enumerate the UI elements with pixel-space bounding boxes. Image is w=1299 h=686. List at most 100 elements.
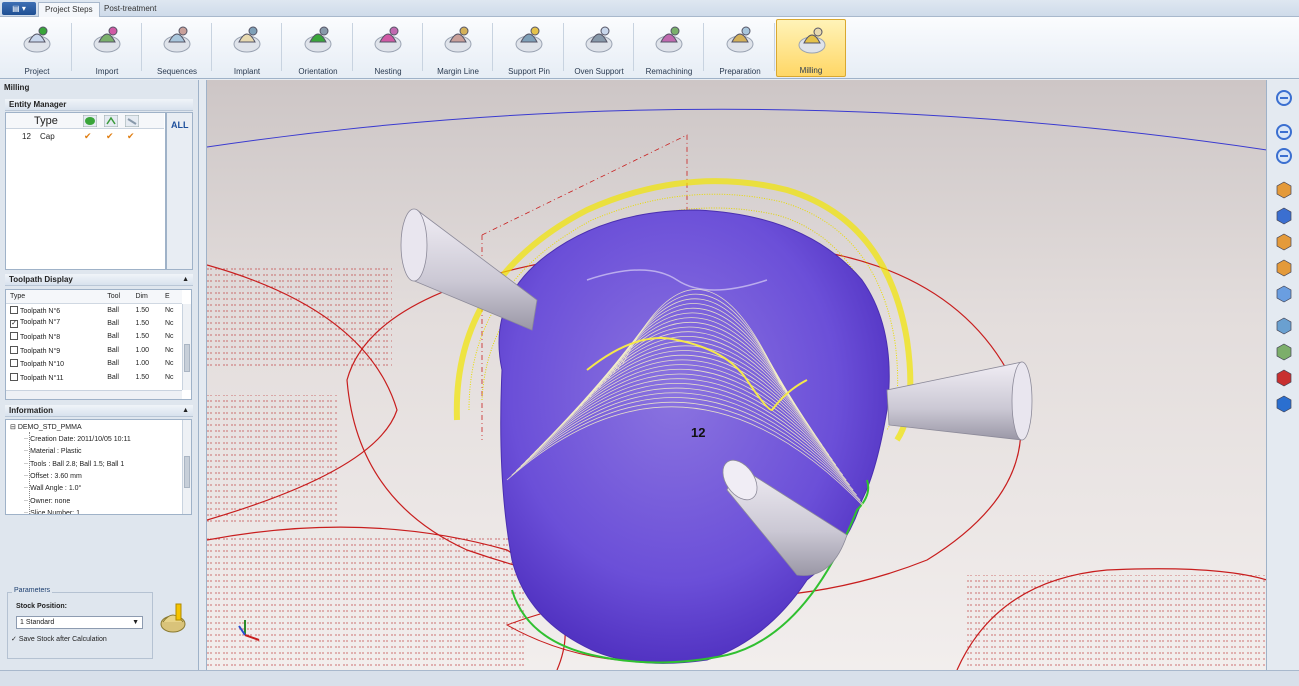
toolpath-tool: Ball	[107, 306, 119, 314]
toolpath-name-cell[interactable]: Toolpath N°11	[6, 371, 103, 385]
ring-icon[interactable]	[1274, 394, 1294, 414]
toolpath-checkbox[interactable]	[10, 345, 18, 354]
side-view-icon[interactable]	[1274, 284, 1294, 304]
toolpath-scrollbar[interactable]	[182, 304, 191, 390]
toolpath-checkbox[interactable]	[10, 372, 18, 381]
disc-icon[interactable]	[1274, 368, 1294, 388]
sequences-icon	[163, 26, 191, 53]
scroll-thumb[interactable]	[184, 344, 190, 372]
front-view-icon[interactable]	[1274, 258, 1294, 278]
app-menu-button[interactable]: ▤ ▾	[2, 2, 36, 15]
ribbon-button-support-pin[interactable]: Support Pin	[494, 19, 564, 77]
tool-status-icon[interactable]	[125, 115, 139, 127]
col-tool[interactable]: Tool	[103, 290, 132, 304]
toolpath-dim: 1.50	[135, 319, 150, 327]
tab-project-steps[interactable]: Project Steps	[38, 2, 100, 17]
collapse-caret-icon[interactable]: ▲	[182, 274, 189, 286]
axis-view-icon[interactable]	[1274, 206, 1294, 226]
dropdown-arrow-icon: ▼	[132, 619, 139, 626]
toolpath-row[interactable]: Toolpath N°10 Ball 1.00 Nc	[6, 357, 182, 371]
export-status-icon[interactable]	[104, 115, 118, 127]
information-header[interactable]: Information ▲	[5, 405, 193, 417]
toolpath-name: Toolpath N°8	[20, 334, 61, 342]
toolpath-row[interactable]: Toolpath N°6 Ball 1.50 Nc	[6, 303, 182, 317]
toolpath-display-header[interactable]: Toolpath Display ▲	[5, 274, 193, 286]
ribbon-button-label: Preparation	[719, 67, 761, 76]
view-toolbar	[1266, 80, 1299, 670]
toolpath-name-cell[interactable]: Toolpath N°10	[6, 357, 103, 371]
ribbon-button-preparation[interactable]: Preparation	[705, 19, 775, 77]
entity-manager-side	[166, 112, 193, 270]
toolpath-row[interactable]: ✓ Toolpath N°7 Ball 1.50 Nc	[6, 317, 182, 331]
ribbon-button-project[interactable]: Project	[2, 19, 72, 77]
stock-hatch-left	[207, 265, 392, 370]
panel-splitter[interactable]	[199, 80, 206, 670]
toolpath-name: Toolpath N°6	[20, 307, 61, 315]
collapse-caret-icon[interactable]: ▲	[182, 405, 189, 417]
ribbon-button-orientation[interactable]: Orientation	[283, 19, 353, 77]
type-column-header: Type	[34, 115, 58, 127]
save-stock-check-icon[interactable]: ✓	[11, 636, 17, 643]
information-title: Information	[9, 406, 53, 415]
col-dim[interactable]: Dim	[131, 290, 161, 304]
ribbon-button-label: Milling	[799, 66, 823, 75]
ribbon-button-import[interactable]: Import	[72, 19, 142, 77]
stock-position-select[interactable]: 1 Standard ▼	[16, 616, 143, 629]
fixture-red-icon[interactable]	[1274, 342, 1294, 362]
col-extra[interactable]: E	[160, 290, 182, 304]
ribbon-button-label: Import	[95, 67, 119, 76]
check-icon: ✔	[84, 131, 92, 141]
ribbon-button-implant[interactable]: Implant	[212, 19, 282, 77]
information-scrollbar[interactable]	[182, 420, 191, 514]
ribbon-button-milling[interactable]: Milling	[776, 19, 846, 77]
scroll-thumb[interactable]	[184, 456, 190, 488]
cube-view-icon[interactable]	[1274, 180, 1294, 200]
calculate-milling-icon[interactable]	[157, 602, 189, 636]
info-line: ┈ Wall Angle : 1.0°	[24, 485, 82, 493]
collapse-minus-icon[interactable]: ⊟	[10, 424, 16, 431]
tab-post-treatment[interactable]: Post-treatment	[98, 2, 162, 17]
entity-manager-header-row: Type	[6, 113, 164, 129]
ribbon-button-margin-line[interactable]: Margin Line	[423, 19, 493, 77]
save-stock-option[interactable]: ✓ Save Stock after Calculation	[11, 635, 107, 643]
app-window: ▤ ▾ Project Steps Post-treatment Project…	[0, 0, 1299, 686]
toolpath-checkbox[interactable]	[10, 359, 18, 368]
tree-root[interactable]: ⊟ DEMO_STD_PMMA	[10, 423, 82, 431]
oven-support-icon	[585, 26, 613, 53]
top-view-icon[interactable]	[1274, 232, 1294, 252]
stock-hatch-right	[967, 575, 1266, 670]
stock-hatch-left-lower	[207, 395, 337, 525]
ribbon-button-remachining[interactable]: Remachining	[634, 19, 704, 77]
info-line: ┈ Material : Plastic	[24, 448, 82, 456]
zoom-out-icon[interactable]	[1274, 146, 1294, 166]
zoom-in-icon[interactable]	[1274, 122, 1294, 142]
toolpath-name-cell[interactable]: Toolpath N°9	[6, 344, 103, 358]
milling-status-icon[interactable]	[83, 115, 97, 127]
parameters-group: Parameters Stock Position: 1 Standard ▼ …	[7, 587, 153, 659]
toolpath-checkbox[interactable]: ✓	[10, 319, 18, 328]
zoom-window-icon[interactable]	[1274, 88, 1294, 108]
info-line: ┈ Offset : 3.60 mm	[24, 472, 82, 480]
ribbon-button-nesting[interactable]: Nesting	[353, 19, 423, 77]
toolpath-name-cell[interactable]: Toolpath N°8	[6, 330, 103, 344]
entity-row[interactable]: 12 Cap ✔ ✔ ✔	[6, 131, 164, 144]
info-line: ┈ Slice Number: 1	[24, 509, 80, 515]
ribbon-button-oven-support[interactable]: Oven Support	[564, 19, 634, 77]
toolpath-checkbox[interactable]	[10, 305, 18, 314]
col-type[interactable]: Type	[6, 290, 104, 304]
select-all-link[interactable]: ALL	[171, 120, 189, 130]
info-line: ┈ Owner: none	[24, 497, 71, 505]
ribbon-button-sequences[interactable]: Sequences	[142, 19, 212, 77]
toolpath-row[interactable]: Toolpath N°9 Ball 1.00 Nc	[6, 344, 182, 358]
ribbon-separator	[703, 23, 704, 71]
check-icon: ✔	[127, 131, 135, 141]
toolpath-checkbox[interactable]	[10, 332, 18, 341]
toolpath-row[interactable]: Toolpath N°11 Ball 1.50 Nc	[6, 371, 182, 385]
toolpath-hscrollbar[interactable]	[6, 390, 182, 399]
toolpath-row[interactable]: Toolpath N°8 Ball 1.50 Nc	[6, 330, 182, 344]
toolpath-name-cell[interactable]: Toolpath N°6	[6, 303, 103, 317]
toolpath-name-cell[interactable]: ✓ Toolpath N°7	[6, 317, 103, 331]
fixture-green-icon[interactable]	[1274, 316, 1294, 336]
3d-viewport[interactable]: 12	[206, 80, 1266, 670]
check-icon: ✔	[106, 131, 114, 141]
